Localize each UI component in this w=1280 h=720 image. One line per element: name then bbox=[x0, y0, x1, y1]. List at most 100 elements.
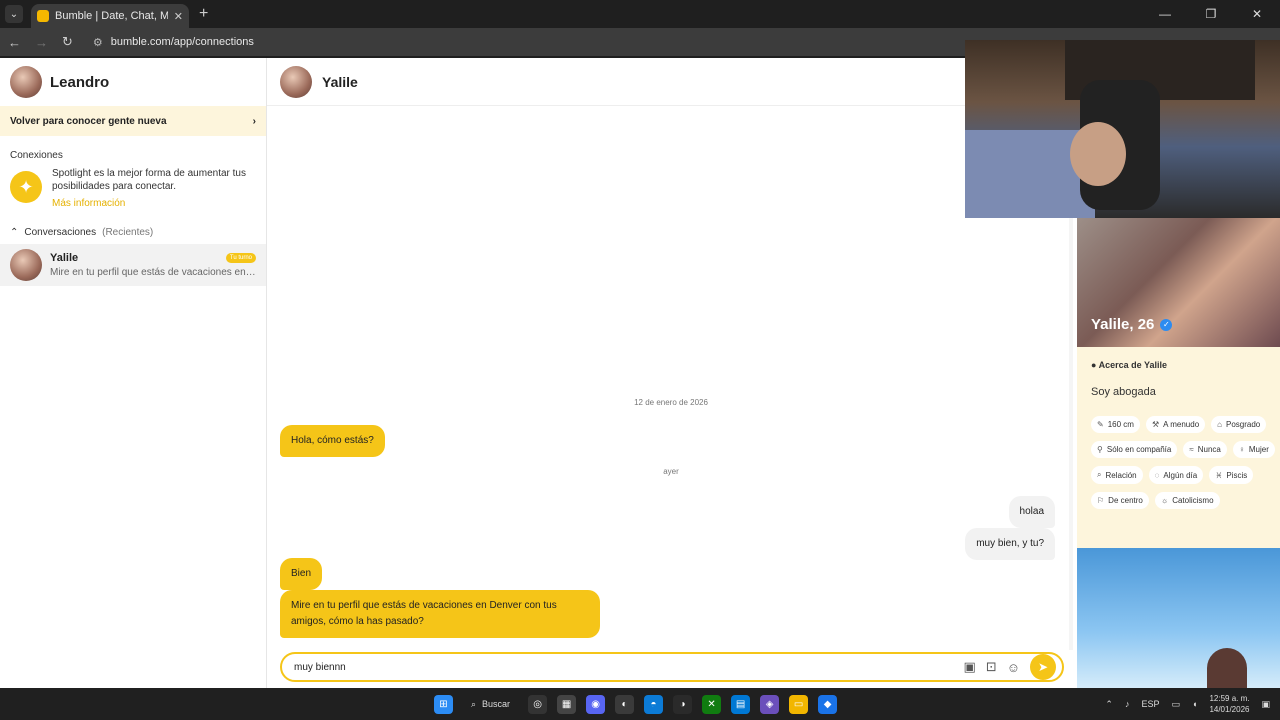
send-icon[interactable]: ➤ bbox=[1030, 654, 1056, 680]
emoji-icon[interactable]: ☺ bbox=[1007, 660, 1020, 675]
drink-icon: ⚲ bbox=[1097, 445, 1103, 454]
message-bubble-in: Mire en tu perfil que estás de vacacione… bbox=[280, 590, 600, 638]
conversation-name: Yalile bbox=[50, 252, 79, 264]
browser-tabstrip: ⌄ Bumble | Date, Chat, Meet New ✕ + — ❐ … bbox=[0, 0, 1280, 28]
tab-search-icon[interactable]: ⌄ bbox=[5, 5, 23, 23]
profile-tag: ♀ Mujer bbox=[1232, 441, 1275, 458]
minimize-icon[interactable]: — bbox=[1142, 0, 1188, 28]
education-icon: ⌂ bbox=[1217, 420, 1222, 429]
sidebar: Leandro Volver para conocer gente nueva … bbox=[0, 58, 267, 688]
webcam-overlay bbox=[965, 40, 1280, 218]
chrome-icon[interactable]: ◑ bbox=[673, 694, 693, 714]
tag-label: Algún día bbox=[1163, 470, 1198, 480]
conversation-item[interactable]: Yalile Tu turno Mire en tu perfil que es… bbox=[0, 244, 266, 286]
chrome-icon[interactable]: ◐ bbox=[615, 694, 635, 714]
back-icon[interactable]: ← bbox=[8, 35, 21, 50]
conversation-preview: Mire en tu perfil que estás de vacacione… bbox=[50, 267, 256, 278]
app-icon[interactable]: ◆ bbox=[818, 694, 838, 714]
windows-start-icon[interactable]: ⊞ bbox=[434, 694, 453, 714]
system-tray: ⌃ ♪ ESP ▭ ◖ 12:59 a. m. 14/01/2026 ▣ bbox=[1105, 688, 1270, 720]
site-info-icon[interactable]: ⚙ bbox=[93, 36, 103, 49]
cam-person bbox=[1070, 122, 1126, 186]
network-icon[interactable]: ▭ bbox=[1171, 699, 1180, 710]
spotlight-text: Spotlight es la mejor forma de aumentar … bbox=[52, 168, 246, 192]
gif-icon[interactable]: ⊡ bbox=[986, 659, 997, 675]
xbox-icon[interactable]: ✕ bbox=[702, 694, 722, 714]
profile-tag: ☼ Catolicismo bbox=[1154, 492, 1220, 509]
chat-contact-name[interactable]: Yalile bbox=[322, 74, 358, 90]
profile-name-age: Yalile, 26 ✓ bbox=[1091, 316, 1173, 333]
taskbar-search[interactable]: ⌕ Buscar bbox=[463, 693, 518, 715]
about-title-text: Acerca de Yalile bbox=[1098, 360, 1167, 370]
spotlight-more-info-link[interactable]: Más información bbox=[52, 198, 256, 209]
meet-new-label: Volver para conocer gente nueva bbox=[10, 115, 167, 127]
volume-icon[interactable]: ◖ bbox=[1192, 699, 1197, 709]
profile-tag: ⚒ A menudo bbox=[1145, 416, 1206, 433]
tag-label: Sólo en compañía bbox=[1106, 445, 1172, 454]
chevron-up-icon[interactable]: ⌃ bbox=[1105, 699, 1113, 710]
tag-label: Posgrado bbox=[1225, 420, 1261, 429]
tag-label: Piscis bbox=[1226, 470, 1248, 480]
profile-tag: ◌ Algún día bbox=[1148, 466, 1204, 484]
profile-tag: ⚐ De centro bbox=[1091, 492, 1149, 509]
message-input[interactable] bbox=[294, 661, 964, 673]
about-title: ● Acerca de Yalile bbox=[1091, 360, 1167, 370]
chat-panel: Yalile 12 de enero de 2026 Hola, cómo es… bbox=[267, 58, 1075, 688]
message-bubble-in: Bien bbox=[280, 558, 323, 590]
store-icon[interactable]: ▤ bbox=[731, 694, 751, 714]
profile-tag: ⌂ Posgrado bbox=[1211, 416, 1267, 433]
folder-icon[interactable]: ▭ bbox=[789, 694, 809, 714]
tab-title: Bumble | Date, Chat, Meet New bbox=[55, 10, 168, 22]
chevron-right-icon: › bbox=[252, 115, 256, 127]
maximize-icon[interactable]: ❐ bbox=[1188, 0, 1234, 28]
bumble-favicon-icon bbox=[37, 10, 49, 22]
copilot-icon[interactable]: ◈ bbox=[760, 694, 780, 714]
address-bar[interactable]: ⚙ bumble.com/app/connections bbox=[93, 36, 254, 49]
date-separator: ayer bbox=[663, 467, 679, 476]
browser-tab[interactable]: Bumble | Date, Chat, Meet New ✕ bbox=[31, 4, 189, 28]
spotlight-promo: ✦ Spotlight es la mejor forma de aumenta… bbox=[0, 167, 266, 209]
taskbar: ⊞ ⌕ Buscar ◎ ▦ ◉ ◐ ◓ ◑ ✕ ▤ ◈ ▭ ◆ ⌃ ♪ ESP… bbox=[0, 688, 1280, 720]
tag-label: A menudo bbox=[1163, 420, 1200, 429]
profile-tag: ⚲ Sólo en compañía bbox=[1091, 441, 1178, 458]
verified-icon: ✓ bbox=[1160, 318, 1173, 331]
profile-tag: ⌕ Relación bbox=[1091, 466, 1143, 484]
edge-icon[interactable]: ◓ bbox=[644, 694, 664, 714]
image-icon[interactable]: ▣ bbox=[964, 659, 976, 675]
user-row[interactable]: Leandro bbox=[0, 58, 266, 106]
ring-icon: ◌ bbox=[1154, 470, 1160, 480]
new-tab-icon[interactable]: + bbox=[199, 5, 208, 23]
chat-contact-avatar[interactable] bbox=[280, 65, 312, 98]
language-indicator[interactable]: ESP bbox=[1141, 699, 1159, 709]
forward-icon[interactable]: → bbox=[35, 35, 48, 50]
tag-label: Mujer bbox=[1248, 445, 1269, 454]
profile-tag: ♓ Piscis bbox=[1209, 466, 1254, 484]
contact-avatar bbox=[10, 249, 42, 281]
close-tab-icon[interactable]: ✕ bbox=[174, 10, 183, 23]
profile-photo-secondary[interactable] bbox=[1077, 548, 1280, 688]
zodiac-icon: ♓ bbox=[1215, 470, 1223, 480]
close-window-icon[interactable]: ✕ bbox=[1234, 0, 1280, 28]
notifications-icon[interactable]: ▣ bbox=[1261, 699, 1270, 710]
profile-photo[interactable]: Yalile, 26 ✓ bbox=[1077, 218, 1280, 347]
chevron-up-icon: ⌃ bbox=[10, 227, 19, 238]
tag-label: De centro bbox=[1108, 496, 1143, 505]
photo-person bbox=[1207, 648, 1247, 688]
tag-label: Catolicismo bbox=[1172, 496, 1214, 505]
spotlight-star-icon: ✦ bbox=[10, 171, 42, 203]
clock[interactable]: 12:59 a. m. 14/01/2026 bbox=[1209, 693, 1249, 715]
app-icon[interactable]: ◎ bbox=[528, 694, 548, 714]
profile-tag: ✎ 160 cm bbox=[1091, 416, 1140, 433]
clock-date: 14/01/2026 bbox=[1209, 705, 1250, 714]
connections-title: Conexiones bbox=[10, 150, 63, 161]
user-avatar[interactable] bbox=[10, 66, 42, 98]
microphone-icon[interactable]: ♪ bbox=[1125, 699, 1130, 709]
reload-icon[interactable]: ↻ bbox=[62, 34, 73, 50]
search-icon: ⌕ bbox=[1097, 470, 1102, 479]
discord-icon[interactable]: ◉ bbox=[586, 694, 606, 714]
app-icon[interactable]: ▦ bbox=[557, 694, 577, 714]
exercise-icon: ⚒ bbox=[1151, 420, 1160, 429]
conversations-header[interactable]: ⌃ Conversaciones (Recientes) bbox=[0, 209, 266, 244]
religion-icon: ☼ bbox=[1160, 496, 1169, 505]
meet-new-people-button[interactable]: Volver para conocer gente nueva › bbox=[0, 106, 266, 136]
